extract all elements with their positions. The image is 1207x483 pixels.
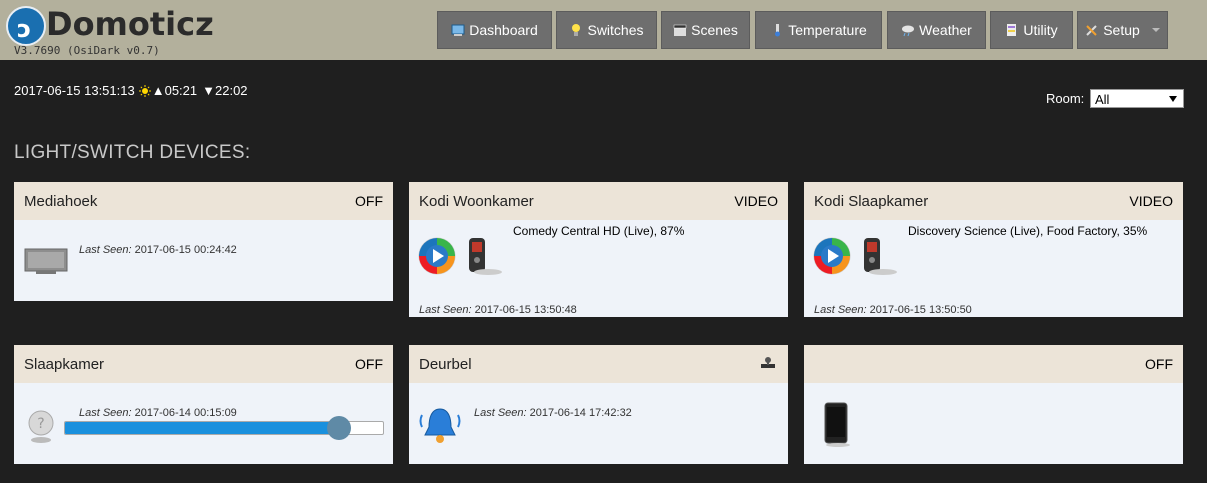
device-status: OFF <box>355 193 383 209</box>
device-status: OFF <box>355 356 383 372</box>
last-seen-value: 2017-06-15 13:50:48 <box>474 304 577 316</box>
device-card-header: Kodi Slaapkamer VIDEO <box>804 182 1183 220</box>
sun-icon <box>138 84 151 97</box>
version-text: V3.7690 (OsiDark v0.7) <box>14 44 160 57</box>
cloud-rain-icon <box>902 25 915 37</box>
device-card-header: OFF <box>804 345 1183 383</box>
last-seen-value: 2017-06-14 17:42:32 <box>529 407 632 419</box>
last-seen-value: 2017-06-15 13:50:50 <box>869 304 972 316</box>
last-seen: Last Seen: 2017-06-14 17:42:32 <box>474 407 632 419</box>
domoticz-logo-icon[interactable]: ↄ <box>6 6 46 46</box>
media-player-icon[interactable] <box>813 236 897 276</box>
last-seen: Last Seen: 2017-06-15 13:50:50 <box>814 304 972 316</box>
device-name: Deurbel <box>419 356 472 373</box>
datetime-bar: 2017-06-15 13:51:13 ▲05:21 ▼22:02 <box>14 83 248 98</box>
nav-setup-label: Setup <box>1103 22 1140 38</box>
last-seen-label: Last Seen: <box>79 244 132 256</box>
utility-icon <box>1007 24 1017 36</box>
last-seen-label: Last Seen: <box>814 304 867 316</box>
room-select[interactable]: All <box>1090 89 1184 108</box>
nav-weather[interactable]: Weather <box>887 11 986 49</box>
device-name: Kodi Woonkamer <box>419 193 534 210</box>
tv-icon[interactable] <box>24 248 68 276</box>
brand-title[interactable]: Domoticz <box>46 5 214 43</box>
device-card-kodi-slaapkamer: Kodi Slaapkamer VIDEO Discovery Science … <box>804 182 1183 317</box>
datetime-text: 2017-06-15 13:51:13 <box>14 83 135 98</box>
nav-utility-label: Utility <box>1023 22 1058 38</box>
device-card-header: Deurbel <box>409 345 788 383</box>
last-seen-label: Last Seen: <box>79 407 132 419</box>
nav-dashboard[interactable]: Dashboard <box>437 11 552 49</box>
device-status: VIDEO <box>734 193 778 209</box>
device-name: Kodi Slaapkamer <box>814 193 929 210</box>
device-name: Slaapkamer <box>24 356 105 373</box>
device-status: OFF <box>1145 356 1173 372</box>
bulb-icon[interactable]: ? <box>26 409 56 445</box>
nav-dashboard-label: Dashboard <box>469 22 538 38</box>
sunset-text: ▼22:02 <box>202 83 248 98</box>
nav-temperature[interactable]: Temperature <box>755 11 882 49</box>
tools-icon <box>1086 25 1097 36</box>
device-card-slaapkamer: Slaapkamer OFF ? Last Seen: 2017-06-14 0… <box>14 345 393 464</box>
now-playing: Comedy Central HD (Live), 87% <box>513 224 685 238</box>
device-card-header: Mediahoek OFF <box>14 182 393 220</box>
room-select-value: All <box>1095 92 1110 107</box>
phone-icon[interactable] <box>822 401 852 447</box>
last-seen-label: Last Seen: <box>474 407 527 419</box>
now-playing: Discovery Science (Live), Food Factory, … <box>908 224 1148 238</box>
chevron-down-icon <box>1151 28 1160 32</box>
nav-scenes[interactable]: Scenes <box>661 11 750 49</box>
device-card-header: Kodi Woonkamer VIDEO <box>409 182 788 220</box>
nav-switches[interactable]: Switches <box>556 11 657 49</box>
last-seen-label: Last Seen: <box>419 304 472 316</box>
last-seen-value: 2017-06-15 00:24:42 <box>134 244 237 256</box>
nav-temperature-label: Temperature <box>788 22 867 38</box>
device-status: VIDEO <box>1129 193 1173 209</box>
nav-setup[interactable]: Setup <box>1077 11 1168 49</box>
lightbulb-icon <box>572 24 581 36</box>
device-card-phone: OFF <box>804 345 1183 464</box>
doorbell-icon[interactable] <box>417 403 463 447</box>
clapperboard-icon <box>673 24 687 36</box>
top-header: ↄ Domoticz V3.7690 (OsiDark v0.7) Dashbo… <box>0 0 1207 60</box>
section-title: LIGHT/SWITCH DEVICES: <box>14 142 251 163</box>
last-seen: Last Seen: 2017-06-15 13:50:48 <box>419 304 577 316</box>
device-card-deurbel: Deurbel Last Seen: 2017-06-14 17:42:32 <box>409 345 788 464</box>
svg-text:?: ? <box>37 416 44 432</box>
last-seen: Last Seen: 2017-06-15 00:24:42 <box>79 244 237 256</box>
last-seen-value: 2017-06-14 00:15:09 <box>134 407 237 419</box>
device-card-kodi-woonkamer: Kodi Woonkamer VIDEO Comedy Central HD (… <box>409 182 788 317</box>
device-name: Mediahoek <box>24 193 98 210</box>
nav-weather-label: Weather <box>919 22 972 38</box>
nav-scenes-label: Scenes <box>691 22 738 38</box>
nav-switches-label: Switches <box>587 22 644 38</box>
sunrise-text: ▲05:21 <box>151 83 198 98</box>
media-player-icon[interactable] <box>418 236 502 276</box>
room-label: Room: <box>1046 91 1085 106</box>
nav-utility[interactable]: Utility <box>990 11 1073 49</box>
thermometer-icon <box>775 24 781 37</box>
device-card-mediahoek: Mediahoek OFF Last Seen: 2017-06-15 00:2… <box>14 182 393 301</box>
push-button-icon[interactable] <box>760 354 776 370</box>
dimmer-slider-handle[interactable] <box>327 416 352 440</box>
dashboard-icon <box>451 24 465 36</box>
chevron-down-icon <box>1169 96 1177 102</box>
last-seen: Last Seen: 2017-06-14 00:15:09 <box>79 407 237 419</box>
dimmer-slider-fill <box>65 422 339 434</box>
device-card-header: Slaapkamer OFF <box>14 345 393 383</box>
